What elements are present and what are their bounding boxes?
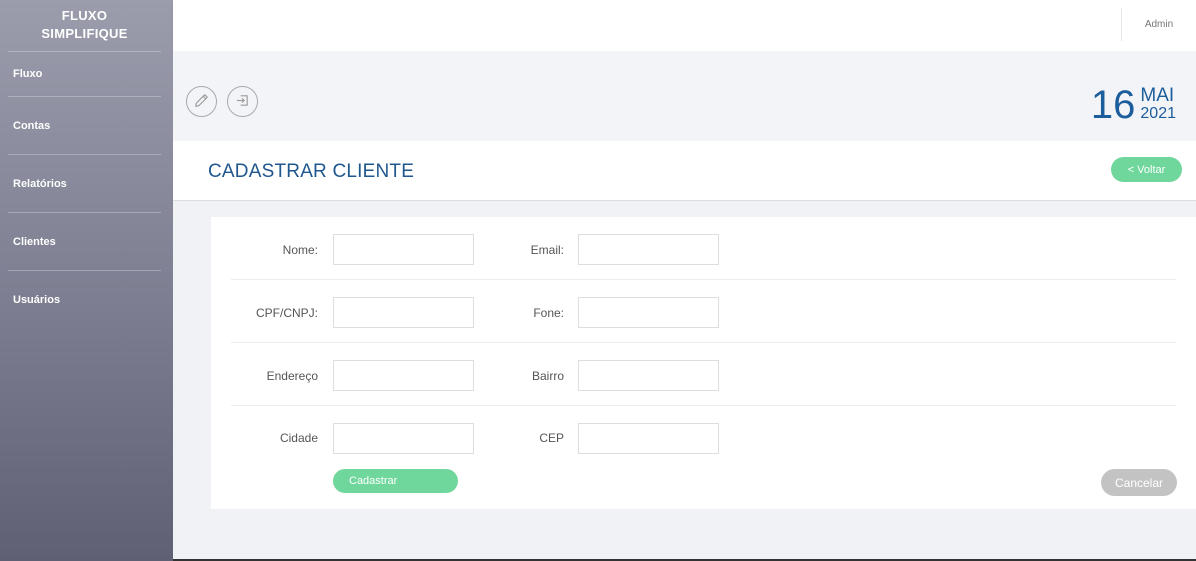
- sidebar-item-label: Usuários: [13, 294, 61, 306]
- brand-logo: FLUXO SIMPLIFIQUE: [8, 0, 161, 52]
- sidebar-item-clientes[interactable]: Clientes: [8, 213, 161, 271]
- form-row-4: Cidade CEP: [231, 406, 1176, 469]
- email-label: Email:: [530, 243, 564, 257]
- user-menu[interactable]: Admin: [1121, 8, 1196, 41]
- edit-button[interactable]: [186, 86, 217, 117]
- date-year: 2021: [1140, 105, 1176, 122]
- user-name: Admin: [1144, 19, 1174, 30]
- sidebar-item-fluxo[interactable]: Fluxo: [8, 52, 161, 97]
- logout-button[interactable]: [227, 86, 258, 117]
- cep-input[interactable]: [578, 423, 719, 454]
- logout-icon: [235, 93, 250, 111]
- date-day: 16: [1090, 83, 1136, 127]
- sidebar-item-contas[interactable]: Contas: [8, 97, 161, 155]
- nome-input[interactable]: [333, 234, 474, 265]
- sidebar-item-label: Contas: [13, 119, 51, 132]
- sidebar-item-label: Relatórios: [13, 177, 67, 190]
- brand-line-1: FLUXO: [61, 8, 108, 23]
- client-form: Nome: Email: CPF/CNPJ: Fone: Endereço Ba…: [211, 217, 1196, 509]
- endereco-label: Endereço: [266, 369, 318, 383]
- app-root: FLUXO SIMPLIFIQUE Fluxo Contas Relatório…: [0, 0, 1196, 561]
- form-row-1: Nome: Email:: [231, 217, 1176, 280]
- current-date: 16 MAI 2021: [1091, 85, 1176, 125]
- email-input[interactable]: [578, 234, 719, 265]
- sidebar: FLUXO SIMPLIFIQUE Fluxo Contas Relatório…: [0, 0, 173, 561]
- form-row-3: Endereço Bairro: [231, 343, 1176, 406]
- date-month-year: MAI 2021: [1140, 85, 1176, 123]
- page-title: CADASTRAR CLIENTE: [208, 161, 415, 182]
- action-bar: 16 MAI 2021: [173, 51, 1196, 141]
- cpf-cnpj-label: CPF/CNPJ:: [255, 306, 318, 320]
- cadastrar-button[interactable]: Cadastrar: [333, 469, 458, 493]
- cep-label: CEP: [539, 431, 564, 445]
- fone-label: Fone:: [533, 306, 564, 320]
- sidebar-item-label: Clientes: [13, 235, 56, 248]
- cidade-label: Cidade: [279, 431, 318, 445]
- cidade-input[interactable]: [333, 423, 474, 454]
- pencil-icon: [194, 93, 209, 111]
- date-month: MAI: [1140, 85, 1175, 106]
- bairro-label: Bairro: [531, 369, 564, 383]
- endereco-input[interactable]: [333, 360, 474, 391]
- brand-line-2: SIMPLIFIQUE: [41, 26, 128, 41]
- sidebar-item-label: Fluxo: [13, 68, 43, 80]
- top-bar: Admin: [173, 0, 1196, 51]
- bairro-input[interactable]: [578, 360, 719, 391]
- cpf-cnpj-input[interactable]: [333, 297, 474, 328]
- fone-input[interactable]: [578, 297, 719, 328]
- back-button[interactable]: < Voltar: [1111, 157, 1182, 182]
- sidebar-item-relatorios[interactable]: Relatórios: [8, 155, 161, 213]
- nome-label: Nome:: [282, 243, 318, 257]
- sidebar-item-usuarios[interactable]: Usuários: [8, 271, 161, 329]
- form-row-2: CPF/CNPJ: Fone:: [231, 280, 1176, 343]
- cancelar-button[interactable]: Cancelar: [1101, 469, 1177, 496]
- title-bar: CADASTRAR CLIENTE < Voltar: [173, 141, 1196, 201]
